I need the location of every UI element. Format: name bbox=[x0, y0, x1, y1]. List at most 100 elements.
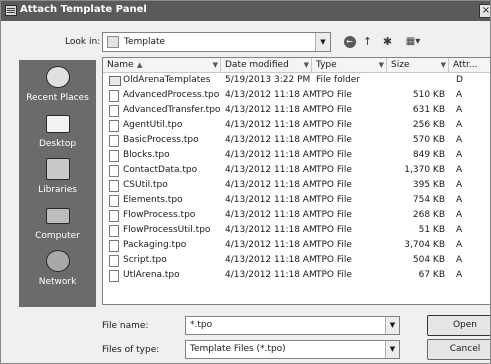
column-header-label: Name bbox=[107, 60, 134, 70]
type-cell: TPO File bbox=[316, 120, 352, 130]
place-computer[interactable]: Computer bbox=[19, 204, 96, 246]
file-icon bbox=[109, 240, 119, 252]
attributes-cell: A bbox=[456, 240, 463, 250]
attributes-cell: A bbox=[456, 120, 463, 130]
type-cell: File folder bbox=[316, 75, 361, 85]
file-row[interactable]: UtlArena.tpo 4/13/2012 11:18 AM TPO File 67… bbox=[103, 269, 490, 284]
column-filter-icon[interactable]: ▼ bbox=[441, 58, 446, 72]
back-button[interactable]: ← bbox=[342, 34, 357, 50]
column-header-label: Attr... bbox=[453, 60, 478, 70]
file-icon bbox=[109, 135, 119, 147]
type-cell: TPO File bbox=[316, 210, 352, 220]
date-modified-cell: 4/13/2012 11:18 AM bbox=[225, 165, 317, 175]
file-name-cell: AdvancedProcess.tpo bbox=[123, 90, 220, 100]
file-row[interactable]: CSUtil.tpo 4/13/2012 11:18 AM TPO File 395 … bbox=[103, 179, 490, 194]
file-name-cell: CSUtil.tpo bbox=[123, 180, 168, 190]
column-headers: Name ▲ ▼ Date modified ▼ Type ▼ Size ▼ A… bbox=[103, 58, 490, 73]
column-filter-icon[interactable]: ▼ bbox=[379, 58, 384, 72]
attributes-cell: A bbox=[456, 135, 463, 145]
network-icon bbox=[46, 250, 70, 272]
date-modified-cell: 4/13/2012 11:18 AM bbox=[225, 150, 317, 160]
type-cell: TPO File bbox=[316, 180, 352, 190]
file-type-dropdown[interactable]: Template Files (*.tpo) ▼ bbox=[185, 340, 400, 359]
file-name-cell: Script.tpo bbox=[123, 255, 167, 265]
column-filter-icon[interactable]: ▼ bbox=[213, 58, 218, 72]
column-header-type[interactable]: Type ▼ bbox=[312, 58, 387, 72]
date-modified-cell: 4/13/2012 11:18 AM bbox=[225, 255, 317, 265]
file-list[interactable]: Name ▲ ▼ Date modified ▼ Type ▼ Size ▼ A… bbox=[102, 57, 490, 305]
file-row[interactable]: Packaging.tpo 4/13/2012 11:18 AM TPO File 3… bbox=[103, 239, 490, 254]
place-label: Computer bbox=[35, 231, 80, 241]
size-cell: 504 KB bbox=[412, 255, 445, 265]
file-row[interactable]: ContactData.tpo 4/13/2012 11:18 AM TPO Fil… bbox=[103, 164, 490, 179]
file-icon bbox=[109, 105, 119, 117]
chevron-down-icon[interactable]: ▼ bbox=[385, 317, 399, 334]
file-name-cell: OldArenaTemplates bbox=[123, 75, 211, 85]
type-cell: TPO File bbox=[316, 240, 352, 250]
file-icon bbox=[109, 90, 119, 102]
size-cell: 631 KB bbox=[412, 105, 445, 115]
place-network[interactable]: Network bbox=[19, 250, 96, 292]
date-modified-cell: 4/13/2012 11:18 AM bbox=[225, 135, 317, 145]
file-row[interactable]: FlowProcessUtil.tpo 4/13/2012 11:18 AM TPO… bbox=[103, 224, 490, 239]
file-name-cell: AdvancedTransfer.tpo bbox=[123, 105, 221, 115]
size-cell: 51 KB bbox=[418, 225, 445, 235]
column-header-attributes[interactable]: Attr... bbox=[449, 58, 490, 72]
file-icon bbox=[109, 270, 119, 282]
date-modified-cell: 5/19/2013 3:22 PM bbox=[225, 75, 311, 85]
dialog-title: Attach Template Panel bbox=[20, 4, 147, 15]
file-icon bbox=[109, 255, 119, 267]
up-folder-icon: ↑ bbox=[362, 35, 373, 48]
column-header-size[interactable]: Size ▼ bbox=[387, 58, 449, 72]
type-cell: TPO File bbox=[316, 150, 352, 160]
cancel-button[interactable]: Cancel bbox=[427, 339, 490, 360]
size-cell: 67 KB bbox=[418, 270, 445, 280]
date-modified-cell: 4/13/2012 11:18 AM bbox=[225, 195, 317, 205]
file-name-input[interactable]: *.tpo ▼ bbox=[185, 316, 400, 335]
file-icon bbox=[109, 195, 119, 207]
file-row[interactable]: BasicProcess.tpo 4/13/2012 11:18 AM TPO Fi… bbox=[103, 134, 490, 149]
place-libraries[interactable]: Libraries bbox=[19, 158, 96, 200]
close-button[interactable]: × bbox=[479, 4, 490, 18]
file-icon bbox=[109, 210, 119, 222]
type-cell: TPO File bbox=[316, 135, 352, 145]
date-modified-cell: 4/13/2012 11:18 AM bbox=[225, 180, 317, 190]
file-row[interactable]: Script.tpo 4/13/2012 11:18 AM TPO File 504 … bbox=[103, 254, 490, 269]
folder-icon bbox=[109, 76, 121, 86]
file-row[interactable]: AdvancedProcess.tpo 4/13/2012 11:18 AM TPO… bbox=[103, 89, 490, 104]
place-desktop[interactable]: Desktop bbox=[19, 112, 96, 154]
file-row[interactable]: OldArenaTemplates 5/19/2013 3:22 PM File f… bbox=[103, 74, 490, 89]
place-recent-places[interactable]: Recent Places bbox=[19, 66, 96, 108]
file-row[interactable]: Blocks.tpo 4/13/2012 11:18 AM TPO File 849 … bbox=[103, 149, 490, 164]
look-in-dropdown[interactable]: Template ▼ bbox=[102, 32, 331, 52]
dialog-app-icon bbox=[5, 5, 17, 16]
view-menu-button[interactable]: ▦▾ bbox=[401, 34, 425, 50]
libraries-icon bbox=[46, 158, 70, 180]
attributes-cell: A bbox=[456, 105, 463, 115]
place-label: Desktop bbox=[38, 139, 77, 149]
file-row[interactable]: AdvancedTransfer.tpo 4/13/2012 11:18 AM TP… bbox=[103, 104, 490, 119]
look-in-value: Template bbox=[124, 37, 166, 47]
chevron-down-icon[interactable]: ▼ bbox=[385, 341, 399, 358]
column-header-date-modified[interactable]: Date modified ▼ bbox=[221, 58, 312, 72]
file-name-cell: BasicProcess.tpo bbox=[123, 135, 199, 145]
column-filter-icon[interactable]: ▼ bbox=[304, 58, 309, 72]
back-arrow-icon: ← bbox=[343, 36, 356, 48]
attributes-cell: A bbox=[456, 90, 463, 100]
new-folder-button[interactable]: ✱ bbox=[380, 34, 395, 50]
new-folder-icon: ✱ bbox=[382, 35, 393, 48]
type-cell: TPO File bbox=[316, 225, 352, 235]
computer-icon bbox=[46, 208, 70, 224]
up-folder-button[interactable]: ↑ bbox=[360, 34, 375, 50]
chevron-down-icon[interactable]: ▼ bbox=[315, 33, 330, 51]
date-modified-cell: 4/13/2012 11:18 AM bbox=[225, 270, 317, 280]
attributes-cell: D bbox=[456, 75, 463, 85]
file-row[interactable]: Elements.tpo 4/13/2012 11:18 AM TPO File 75… bbox=[103, 194, 490, 209]
place-label: Recent Places bbox=[26, 93, 89, 103]
file-icon bbox=[109, 180, 119, 192]
open-button[interactable]: Open bbox=[427, 315, 490, 336]
file-row[interactable]: FlowProcess.tpo 4/13/2012 11:18 AM TPO Fil… bbox=[103, 209, 490, 224]
file-row[interactable]: AgentUtil.tpo 4/13/2012 11:18 AM TPO File 2… bbox=[103, 119, 490, 134]
attributes-cell: A bbox=[456, 150, 463, 160]
column-header-name[interactable]: Name ▲ ▼ bbox=[103, 58, 221, 72]
